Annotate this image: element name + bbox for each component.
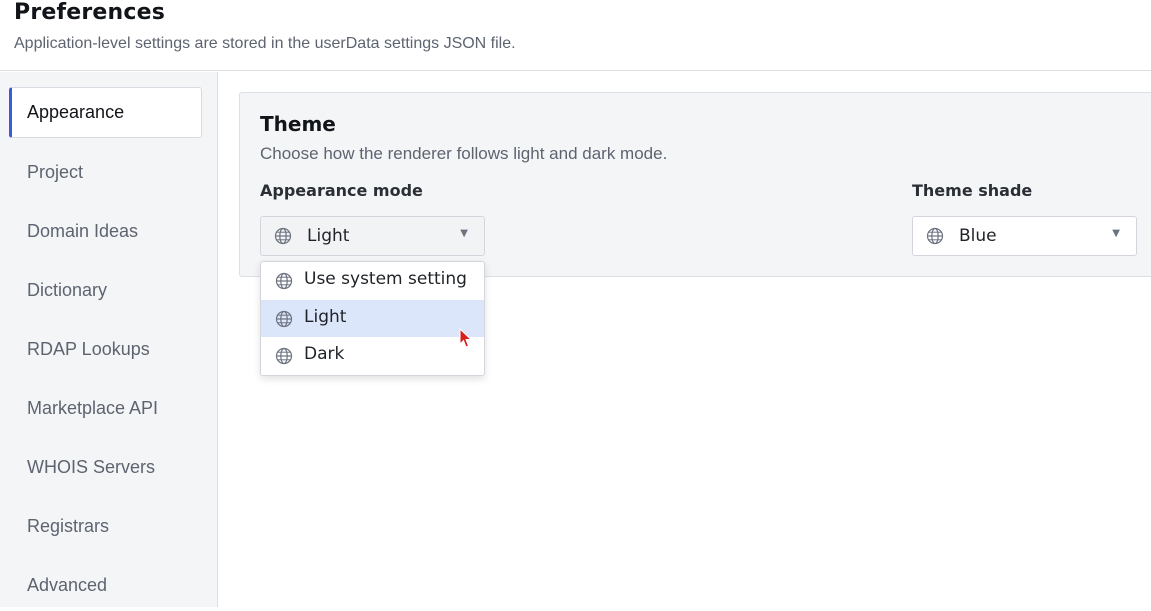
globe-icon: [275, 347, 293, 365]
sidebar-item-appearance[interactable]: Appearance: [9, 87, 202, 138]
globe-icon: [274, 227, 292, 245]
option-light[interactable]: Light: [261, 300, 484, 337]
appearance-mode-value: Light: [307, 226, 350, 246]
globe-icon: [275, 272, 293, 290]
page-header: Preferences Application-level settings a…: [0, 0, 1151, 71]
sidebar-item-domain-ideas[interactable]: Domain Ideas: [9, 206, 202, 257]
sidebar: Appearance Project Domain Ideas Dictiona…: [0, 72, 218, 607]
page-subtitle: Application-level settings are stored in…: [14, 35, 516, 52]
theme-title: Theme: [260, 112, 336, 136]
sidebar-item-registrars[interactable]: Registrars: [9, 501, 202, 552]
sidebar-item-dictionary[interactable]: Dictionary: [9, 265, 202, 316]
theme-shade-select[interactable]: Blue ▼: [912, 216, 1137, 256]
globe-icon: [275, 310, 293, 328]
sidebar-item-advanced[interactable]: Advanced: [9, 560, 202, 611]
option-label: Light: [304, 307, 347, 327]
sidebar-item-project[interactable]: Project: [9, 147, 202, 198]
appearance-mode-select[interactable]: Light ▼: [260, 216, 485, 256]
chevron-down-icon: ▼: [1112, 228, 1120, 239]
theme-shade-value: Blue: [959, 226, 997, 246]
sidebar-item-rdap-lookups[interactable]: RDAP Lookups: [9, 324, 202, 375]
chevron-down-icon: ▼: [460, 228, 468, 239]
sidebar-item-marketplace-api[interactable]: Marketplace API: [9, 383, 202, 434]
sidebar-item-whois-servers[interactable]: WHOIS Servers: [9, 442, 202, 493]
option-label: Dark: [304, 344, 345, 364]
theme-description: Choose how the renderer follows light an…: [260, 144, 668, 163]
mouse-cursor-icon: [459, 328, 473, 348]
globe-icon: [926, 227, 944, 245]
option-label: Use system setting: [304, 269, 467, 289]
appearance-mode-label: Appearance mode: [260, 181, 423, 200]
appearance-mode-dropdown: Use system setting Light Dark: [260, 261, 485, 376]
theme-shade-label: Theme shade: [912, 181, 1033, 200]
option-dark[interactable]: Dark: [261, 337, 484, 374]
option-use-system-setting[interactable]: Use system setting: [261, 262, 484, 299]
page-title: Preferences: [14, 0, 166, 25]
